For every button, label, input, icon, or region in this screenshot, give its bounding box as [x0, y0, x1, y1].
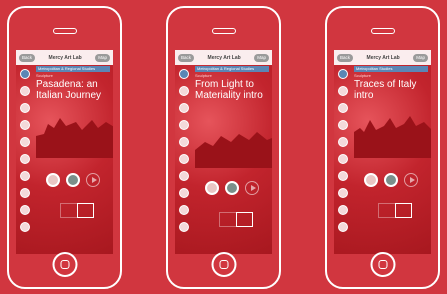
globe-thumb-button[interactable]	[384, 173, 398, 187]
chapter-dot[interactable]	[179, 120, 189, 130]
category-subtitle: Sculpture	[354, 73, 371, 78]
chapter-dot-active[interactable]	[20, 69, 30, 79]
map-button[interactable]: Map	[254, 53, 269, 62]
chapter-dot-active[interactable]	[179, 69, 189, 79]
home-button[interactable]	[211, 252, 236, 277]
language-option-selected[interactable]	[235, 212, 253, 227]
chapter-dot[interactable]	[20, 188, 30, 198]
chapter-dot[interactable]	[20, 171, 30, 181]
play-button[interactable]	[404, 173, 418, 187]
back-button[interactable]: Back	[337, 53, 354, 62]
hero-silhouette-image	[195, 132, 272, 168]
globe-thumb-button[interactable]	[66, 173, 80, 187]
category-subtitle: Sculpture	[195, 73, 212, 78]
photo-thumb-button[interactable]	[46, 173, 60, 187]
speaker-slot	[52, 28, 77, 34]
language-toggle[interactable]	[219, 212, 253, 227]
chapter-dot[interactable]	[338, 137, 348, 147]
chapter-dot[interactable]	[338, 103, 348, 113]
speaker-slot	[211, 28, 236, 34]
hero-silhouette-image	[36, 118, 113, 158]
top-bar: Back Mercy Art Lab Map	[16, 50, 113, 65]
chapter-dot[interactable]	[20, 120, 30, 130]
chapter-dot[interactable]	[179, 205, 189, 215]
map-button[interactable]: Map	[95, 53, 110, 62]
home-button[interactable]	[370, 252, 395, 277]
chapter-dot-active[interactable]	[338, 69, 348, 79]
app-title: Mercy Art Lab	[366, 54, 400, 61]
app-screen: Back Mercy Art Lab Map Metropolitan & Re…	[16, 50, 113, 254]
chapter-rail	[338, 69, 349, 239]
chapter-rail	[20, 69, 31, 239]
chapter-dot[interactable]	[338, 222, 348, 232]
chapter-dot[interactable]	[338, 188, 348, 198]
language-option[interactable]	[60, 203, 77, 218]
tour-title: Pasadena: an Italian Journey	[36, 79, 102, 101]
hero-silhouette-image	[354, 116, 431, 158]
top-bar: Back Mercy Art Lab Map	[334, 50, 431, 65]
chapter-dot[interactable]	[20, 154, 30, 164]
play-button[interactable]	[245, 181, 259, 195]
chapter-dot[interactable]	[179, 103, 189, 113]
play-button[interactable]	[86, 173, 100, 187]
speaker-slot	[370, 28, 395, 34]
home-button[interactable]	[52, 252, 77, 277]
phone-1: Back Mercy Art Lab Map Metropolitan & Re…	[7, 6, 122, 289]
map-button[interactable]: Map	[413, 53, 428, 62]
phone-2: Back Mercy Art Lab Map Metropolitan & Re…	[166, 6, 281, 289]
chapter-dot[interactable]	[338, 154, 348, 164]
chapter-rail	[179, 69, 190, 239]
language-toggle[interactable]	[60, 203, 94, 218]
chapter-dot[interactable]	[179, 222, 189, 232]
app-title: Mercy Art Lab	[207, 54, 241, 61]
chapter-dot[interactable]	[179, 154, 189, 164]
chapter-dot[interactable]	[338, 171, 348, 181]
tour-title: From Light to Materiality intro	[195, 79, 263, 101]
app-screen: Back Mercy Art Lab Map Metropolitan Stud…	[334, 50, 431, 254]
photo-thumb-button[interactable]	[364, 173, 378, 187]
chapter-dot[interactable]	[179, 188, 189, 198]
app-screen: Back Mercy Art Lab Map Metropolitan & Re…	[175, 50, 272, 254]
chapter-dot[interactable]	[338, 120, 348, 130]
chapter-dot[interactable]	[179, 86, 189, 96]
chapter-dot[interactable]	[338, 86, 348, 96]
chapter-dot[interactable]	[20, 86, 30, 96]
category-tag: Metropolitan Studies	[354, 66, 428, 72]
back-button[interactable]: Back	[178, 53, 195, 62]
photo-thumb-button[interactable]	[205, 181, 219, 195]
language-toggle[interactable]	[378, 203, 412, 218]
language-option[interactable]	[378, 203, 395, 218]
phone-3: Back Mercy Art Lab Map Metropolitan Stud…	[325, 6, 440, 289]
chapter-dot[interactable]	[179, 137, 189, 147]
chapter-dot[interactable]	[20, 137, 30, 147]
language-option-selected[interactable]	[76, 203, 94, 218]
tour-title: Traces of Italy intro	[354, 79, 417, 101]
chapter-dot[interactable]	[179, 171, 189, 181]
language-option[interactable]	[219, 212, 236, 227]
category-tag: Metropolitan & Regional Studies	[36, 66, 110, 72]
chapter-dot[interactable]	[20, 103, 30, 113]
app-title: Mercy Art Lab	[48, 54, 82, 61]
chapter-dot[interactable]	[338, 205, 348, 215]
back-button[interactable]: Back	[19, 53, 36, 62]
chapter-dot[interactable]	[20, 205, 30, 215]
top-bar: Back Mercy Art Lab Map	[175, 50, 272, 65]
globe-thumb-button[interactable]	[225, 181, 239, 195]
category-subtitle: Sculpture	[36, 73, 53, 78]
chapter-dot[interactable]	[20, 222, 30, 232]
language-option-selected[interactable]	[394, 203, 412, 218]
category-tag: Metropolitan & Regional Studies	[195, 66, 269, 72]
